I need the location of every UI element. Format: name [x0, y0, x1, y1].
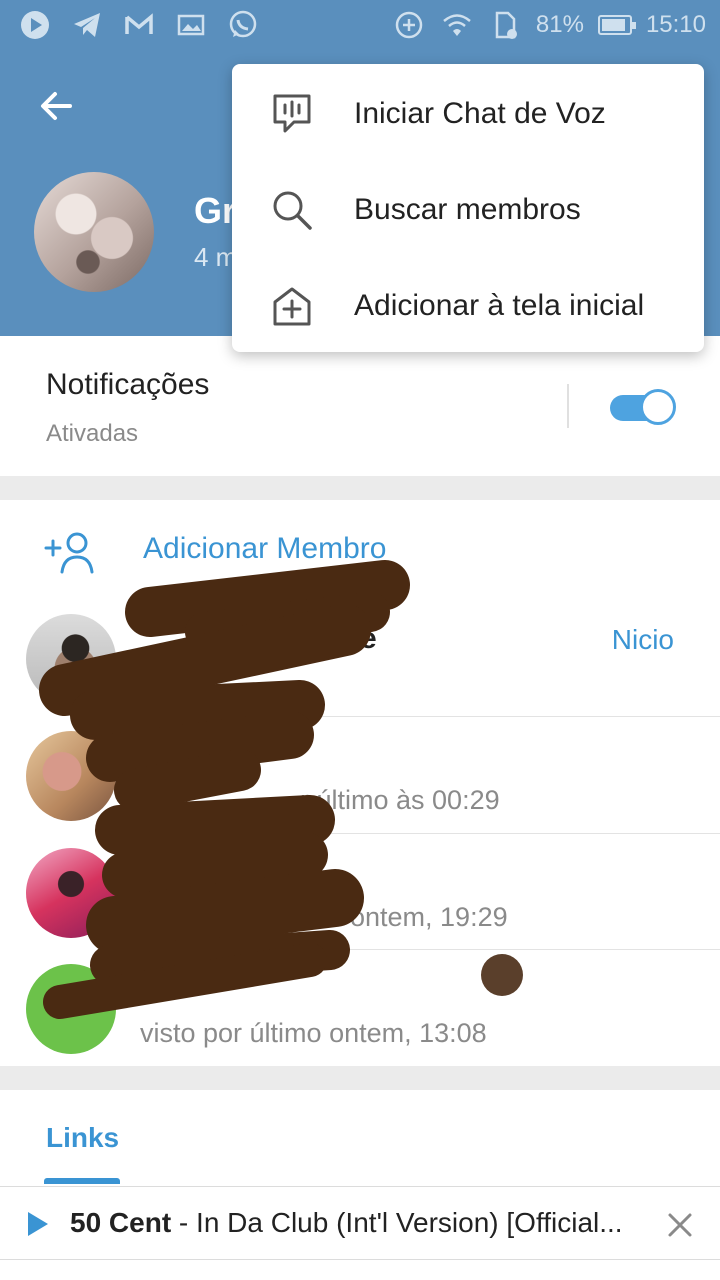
notifications-row[interactable]: Notificações Ativadas [0, 336, 720, 476]
tab-indicator [44, 1178, 120, 1184]
menu-item-search-members[interactable]: Buscar membros [232, 162, 704, 258]
notifications-toggle[interactable] [610, 389, 676, 425]
data-saver-icon [392, 8, 426, 42]
menu-label: Buscar membros [354, 193, 581, 226]
search-icon [270, 188, 314, 232]
menu-item-add-home[interactable]: Adicionar à tela inicial [232, 258, 704, 354]
track-artist: 50 Cent [70, 1207, 172, 1238]
overflow-menu: Iniciar Chat de Voz Buscar membros Adici… [232, 64, 704, 352]
battery-percent: 81% [535, 11, 584, 38]
member-row[interactable]: e Nicio [0, 600, 720, 716]
add-member-button[interactable]: Adicionar Membro [0, 500, 720, 600]
sim-card-icon [488, 8, 522, 42]
wifi-icon [440, 8, 474, 42]
avatar [26, 614, 116, 704]
gallery-icon [174, 8, 208, 42]
add-user-icon [44, 530, 96, 574]
notifications-title: Notificações [46, 368, 210, 401]
avatar [26, 731, 116, 821]
play-icon [18, 8, 52, 42]
member-row[interactable]: r último às 00:29 [0, 717, 720, 833]
clock: 15:10 [645, 11, 706, 38]
voice-chat-icon [270, 92, 314, 136]
telegram-icon [70, 8, 104, 42]
member-row[interactable]: ontem, 19:29 [0, 834, 720, 950]
member-row[interactable]: visto por último ontem, 13:08 [0, 950, 720, 1066]
track-title: 50 Cent - In Da Club (Int'l Version) [Of… [70, 1207, 650, 1239]
group-member-count: 4 m [194, 242, 238, 272]
member-role: Nicio [611, 624, 674, 655]
tab-links[interactable]: Links [46, 1122, 119, 1154]
notifications-status: Ativadas [46, 420, 139, 447]
system-icons: 81% 15:10 [392, 8, 706, 42]
whatsapp-icon [226, 8, 260, 42]
track-name: - In Da Club (Int'l Version) [Official..… [171, 1207, 623, 1238]
music-player-bar[interactable]: 50 Cent - In Da Club (Int'l Version) [Of… [0, 1186, 720, 1260]
menu-label: Adicionar à tela inicial [354, 289, 645, 322]
member-status: visto por último ontem, 13:08 [140, 1018, 487, 1048]
close-icon[interactable] [666, 1211, 694, 1239]
gmail-icon [122, 8, 156, 42]
member-status: ontem, 19:29 [350, 902, 508, 932]
add-home-icon [270, 284, 314, 328]
avatar [26, 964, 116, 1054]
status-bar: 81% 15:10 [0, 0, 720, 50]
menu-label: Iniciar Chat de Voz [354, 97, 606, 130]
battery-icon [597, 15, 636, 35]
group-title: Gr [194, 190, 237, 231]
avatar [26, 848, 116, 938]
member-name: e [360, 622, 377, 655]
notification-icons [18, 8, 260, 42]
back-arrow-icon[interactable] [36, 86, 76, 126]
play-icon[interactable] [26, 1211, 50, 1237]
divider [567, 384, 569, 428]
add-member-label: Adicionar Membro [143, 532, 387, 565]
member-status: r último às 00:29 [300, 785, 500, 815]
menu-item-voice-chat[interactable]: Iniciar Chat de Voz [232, 66, 704, 162]
members-section: Adicionar Membro e Nicio r último às 00:… [0, 500, 720, 1066]
group-avatar[interactable] [34, 172, 154, 292]
